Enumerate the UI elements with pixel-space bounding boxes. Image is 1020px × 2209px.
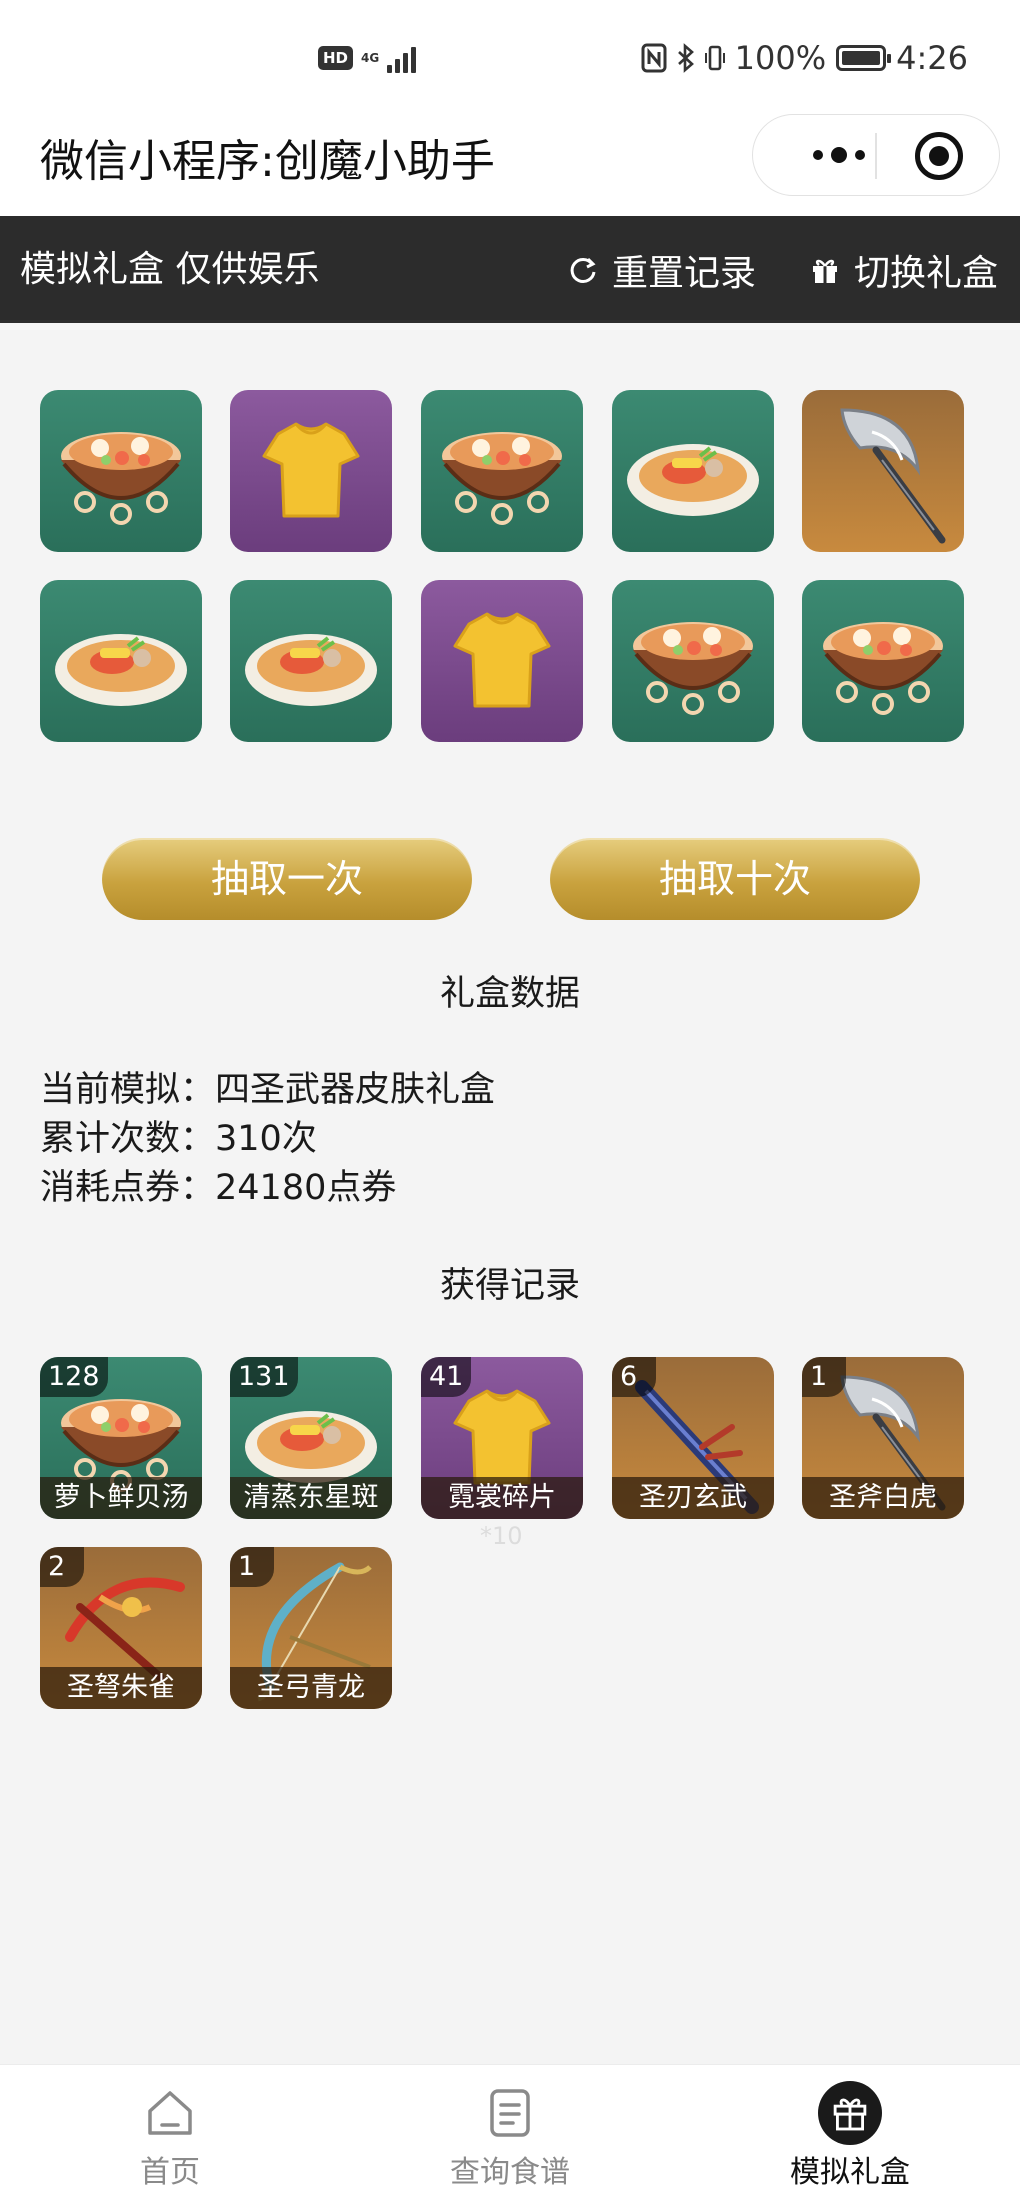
draw-result-tile — [802, 390, 964, 552]
record-count-badge: 6 — [612, 1357, 656, 1397]
record-item-name: 清蒸东星斑 — [230, 1477, 392, 1519]
vibrate-icon — [704, 45, 725, 71]
network-type: 4G — [361, 51, 380, 65]
current-sim-value: 四圣武器皮肤礼盒 — [215, 1070, 496, 1110]
tab-home[interactable]: 首页 — [70, 2065, 270, 2209]
record-item-name: 圣弓青龙 — [230, 1667, 392, 1709]
signal-icon — [387, 43, 417, 73]
record-item: 1 圣弓青龙 — [230, 1547, 392, 1709]
draw-result-tile — [40, 580, 202, 742]
draw-result-tile — [40, 390, 202, 552]
tab-recipes-label: 查询食谱 — [450, 2155, 570, 2190]
cost-value: 24180点券 — [215, 1168, 397, 1208]
record-item: 131 清蒸东星斑 — [230, 1357, 392, 1519]
soup-icon — [823, 622, 943, 715]
record-item-name: 圣斧白虎 — [802, 1477, 964, 1519]
status-right: 100% 4:26 — [641, 36, 968, 80]
reset-records-button[interactable]: 重置记录 — [568, 246, 756, 294]
title-bar: 微信小程序:创魔小助手 — [0, 110, 1020, 216]
tab-recipes[interactable]: 查询食谱 — [410, 2065, 610, 2209]
close-miniprogram-icon[interactable] — [915, 132, 963, 180]
soup-icon — [61, 432, 181, 525]
refresh-icon — [570, 257, 596, 283]
giftbox-header: 模拟礼盒 仅供娱乐 重置记录 切换礼盒 — [0, 216, 1020, 323]
bluetooth-icon — [677, 43, 694, 73]
tab-giftbox[interactable]: 模拟礼盒 — [750, 2065, 950, 2209]
record-item-name: 圣刃玄武 — [612, 1477, 774, 1519]
shirt-icon — [262, 422, 360, 518]
app-title: 微信小程序:创魔小助手 — [40, 136, 495, 187]
total-count-value: 310次 — [215, 1119, 317, 1159]
draw-result-tile — [612, 390, 774, 552]
total-count-label: 累计次数： — [40, 1119, 216, 1159]
current-sim-line: 当前模拟：四圣武器皮肤礼盒 — [40, 1066, 495, 1114]
gift-icon — [813, 259, 837, 283]
record-item: 6 圣刃玄武 — [612, 1357, 774, 1519]
tab-giftbox-label: 模拟礼盒 — [790, 2155, 910, 2190]
battery-percent: 100% — [734, 39, 827, 77]
current-sim-label: 当前模拟： — [40, 1070, 216, 1110]
draw-result-tile — [421, 390, 583, 552]
fish-dish-icon — [245, 634, 377, 706]
record-count-badge: 1 — [802, 1357, 846, 1397]
soup-icon — [442, 432, 562, 525]
draw-result-tile — [230, 580, 392, 742]
miniprogram-capsule — [752, 114, 1000, 196]
fish-dish-icon — [627, 444, 759, 516]
record-count-badge: 41 — [421, 1357, 472, 1397]
draw-result-tile — [612, 580, 774, 742]
cost-line: 消耗点券：24180点券 — [40, 1164, 396, 1212]
document-icon — [490, 2089, 530, 2137]
shirt-icon — [453, 612, 551, 708]
axe-icon — [840, 408, 946, 544]
battery-icon — [836, 45, 892, 71]
record-count-badge: 1 — [230, 1547, 274, 1587]
total-count-line: 累计次数：310次 — [40, 1115, 317, 1163]
draw-result-tile — [230, 390, 392, 552]
network-status: HD 4G — [318, 40, 417, 76]
gift-icon — [818, 2081, 882, 2145]
draw-ten-button[interactable]: 抽取十次 — [550, 838, 920, 920]
record-item-name: 霓裳碎片 — [421, 1477, 583, 1519]
draw-once-button[interactable]: 抽取一次 — [102, 838, 472, 920]
fish-dish-icon — [55, 634, 187, 706]
records-title: 获得记录 — [439, 1266, 580, 1306]
draw-result-tile — [802, 580, 964, 742]
record-count-badge: 128 — [40, 1357, 108, 1397]
reset-records-label: 重置记录 — [612, 253, 757, 294]
hd-badge: HD — [318, 46, 354, 70]
soup-icon — [633, 622, 753, 715]
record-item-name: 圣弩朱雀 — [40, 1667, 202, 1709]
bottom-tab-bar: 首页 查询食谱 模拟礼盒 — [0, 2064, 1020, 2209]
record-count-badge: 2 — [40, 1547, 84, 1587]
record-item: 2 圣弩朱雀 — [40, 1547, 202, 1709]
switch-giftbox-label: 切换礼盒 — [854, 253, 999, 294]
draw-result-tile — [421, 580, 583, 742]
switch-giftbox-button[interactable]: 切换礼盒 — [810, 246, 998, 294]
nfc-icon — [641, 43, 667, 73]
header-disclaimer: 模拟礼盒 仅供娱乐 — [20, 249, 320, 290]
status-bar: HD 4G 100% 4:26 — [0, 0, 1020, 110]
clock: 4:26 — [896, 39, 968, 77]
more-icon[interactable] — [791, 143, 887, 167]
home-icon — [148, 2091, 192, 2135]
record-item: 128 萝卜鲜贝汤 — [40, 1357, 202, 1519]
record-item-name: 萝卜鲜贝汤 — [40, 1477, 202, 1519]
stats-title: 礼盒数据 — [439, 974, 580, 1014]
record-count-badge: 131 — [230, 1357, 298, 1397]
cost-label: 消耗点券： — [40, 1168, 216, 1208]
capsule-divider — [875, 133, 877, 179]
record-item: 41 霓裳碎片 — [421, 1357, 583, 1519]
tab-home-label: 首页 — [140, 2155, 200, 2190]
records-note: *10 — [480, 1522, 523, 1550]
record-item: 1 圣斧白虎 — [802, 1357, 964, 1519]
